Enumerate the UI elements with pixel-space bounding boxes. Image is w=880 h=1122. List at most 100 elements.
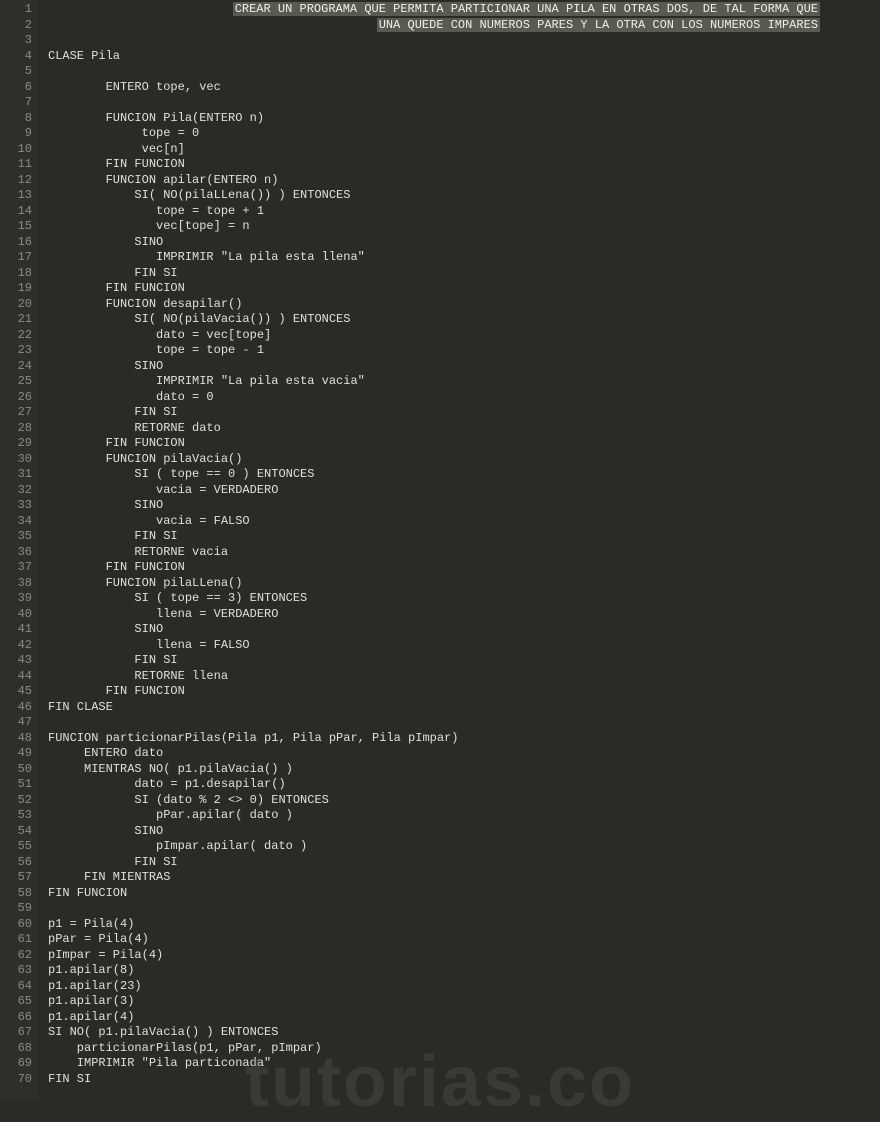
code-line[interactable]: FUNCION particionarPilas(Pila p1, Pila p… xyxy=(48,731,880,747)
line-number: 65 xyxy=(0,994,32,1010)
code-line[interactable]: SI( NO(pilaLLena()) ) ENTONCES xyxy=(48,188,880,204)
line-number: 27 xyxy=(0,405,32,421)
line-number: 51 xyxy=(0,777,32,793)
line-number: 60 xyxy=(0,917,32,933)
code-line[interactable]: pImpar = Pila(4) xyxy=(48,948,880,964)
code-line[interactable]: FIN FUNCION xyxy=(48,886,880,902)
code-area[interactable]: CREAR UN PROGRAMA QUE PERMITA PARTICIONA… xyxy=(38,0,880,1100)
code-line[interactable]: IMPRIMIR "La pila esta llena" xyxy=(48,250,880,266)
code-line[interactable]: FIN FUNCION xyxy=(48,157,880,173)
code-line[interactable] xyxy=(48,901,880,917)
code-line[interactable]: RETORNE vacia xyxy=(48,545,880,561)
line-number: 36 xyxy=(0,545,32,561)
code-line[interactable]: UNA QUEDE CON NUMEROS PARES Y LA OTRA CO… xyxy=(48,18,880,34)
code-line[interactable]: vec[n] xyxy=(48,142,880,158)
code-line[interactable]: RETORNE llena xyxy=(48,669,880,685)
line-number: 33 xyxy=(0,498,32,514)
line-number: 42 xyxy=(0,638,32,654)
code-line[interactable]: dato = vec[tope] xyxy=(48,328,880,344)
code-line[interactable]: vacia = FALSO xyxy=(48,514,880,530)
code-line[interactable]: p1.apilar(4) xyxy=(48,1010,880,1026)
code-line[interactable]: MIENTRAS NO( p1.pilaVacia() ) xyxy=(48,762,880,778)
code-line[interactable]: pImpar.apilar( dato ) xyxy=(48,839,880,855)
line-number: 28 xyxy=(0,421,32,437)
code-line[interactable] xyxy=(48,64,880,80)
code-line[interactable] xyxy=(48,95,880,111)
code-line[interactable]: FUNCION apilar(ENTERO n) xyxy=(48,173,880,189)
line-number: 39 xyxy=(0,591,32,607)
code-line[interactable]: SINO xyxy=(48,622,880,638)
line-number: 55 xyxy=(0,839,32,855)
code-line[interactable]: p1 = Pila(4) xyxy=(48,917,880,933)
code-line[interactable]: FUNCION Pila(ENTERO n) xyxy=(48,111,880,127)
code-line[interactable]: dato = 0 xyxy=(48,390,880,406)
line-number: 17 xyxy=(0,250,32,266)
code-line[interactable]: FIN CLASE xyxy=(48,700,880,716)
code-line[interactable]: FIN SI xyxy=(48,855,880,871)
code-line[interactable]: FUNCION pilaVacia() xyxy=(48,452,880,468)
code-line[interactable]: ENTERO dato xyxy=(48,746,880,762)
code-line[interactable]: SI (dato % 2 <> 0) ENTONCES xyxy=(48,793,880,809)
line-number: 43 xyxy=(0,653,32,669)
code-line[interactable]: SINO xyxy=(48,359,880,375)
code-line[interactable]: SI NO( p1.pilaVacia() ) ENTONCES xyxy=(48,1025,880,1041)
code-line[interactable]: RETORNE dato xyxy=(48,421,880,437)
line-number: 30 xyxy=(0,452,32,468)
line-number: 31 xyxy=(0,467,32,483)
code-line[interactable]: llena = FALSO xyxy=(48,638,880,654)
code-line[interactable] xyxy=(48,33,880,49)
line-number: 53 xyxy=(0,808,32,824)
line-number: 2 xyxy=(0,18,32,34)
code-line[interactable]: FIN FUNCION xyxy=(48,436,880,452)
code-line[interactable] xyxy=(48,715,880,731)
line-number: 49 xyxy=(0,746,32,762)
line-number: 69 xyxy=(0,1056,32,1072)
code-line[interactable]: FUNCION pilaLLena() xyxy=(48,576,880,592)
code-line[interactable]: tope = 0 xyxy=(48,126,880,142)
code-line[interactable]: IMPRIMIR "La pila esta vacia" xyxy=(48,374,880,390)
code-line[interactable]: SI ( tope == 3) ENTONCES xyxy=(48,591,880,607)
code-line[interactable]: SINO xyxy=(48,498,880,514)
code-line[interactable]: CLASE Pila xyxy=(48,49,880,65)
code-line[interactable]: tope = tope + 1 xyxy=(48,204,880,220)
code-line[interactable]: vacia = VERDADERO xyxy=(48,483,880,499)
code-line[interactable]: FIN FUNCION xyxy=(48,684,880,700)
code-editor[interactable]: 1234567891011121314151617181920212223242… xyxy=(0,0,880,1100)
line-number: 64 xyxy=(0,979,32,995)
code-line[interactable]: CREAR UN PROGRAMA QUE PERMITA PARTICIONA… xyxy=(48,2,880,18)
code-line[interactable]: dato = p1.desapilar() xyxy=(48,777,880,793)
code-line[interactable]: p1.apilar(3) xyxy=(48,994,880,1010)
code-line[interactable]: IMPRIMIR "Pila particonada" xyxy=(48,1056,880,1072)
code-line[interactable]: FIN FUNCION xyxy=(48,560,880,576)
code-line[interactable]: FIN SI xyxy=(48,1072,880,1088)
line-number: 57 xyxy=(0,870,32,886)
line-number: 18 xyxy=(0,266,32,282)
line-number: 66 xyxy=(0,1010,32,1026)
code-line[interactable]: FUNCION desapilar() xyxy=(48,297,880,313)
code-line[interactable]: FIN SI xyxy=(48,405,880,421)
line-number: 61 xyxy=(0,932,32,948)
code-line[interactable]: vec[tope] = n xyxy=(48,219,880,235)
code-line[interactable]: FIN MIENTRAS xyxy=(48,870,880,886)
line-number: 23 xyxy=(0,343,32,359)
code-line[interactable]: SINO xyxy=(48,824,880,840)
code-line[interactable]: FIN SI xyxy=(48,653,880,669)
line-number: 29 xyxy=(0,436,32,452)
code-line[interactable]: p1.apilar(23) xyxy=(48,979,880,995)
code-line[interactable]: ENTERO tope, vec xyxy=(48,80,880,96)
code-line[interactable]: llena = VERDADERO xyxy=(48,607,880,623)
code-line[interactable]: SI ( tope == 0 ) ENTONCES xyxy=(48,467,880,483)
code-line[interactable]: particionarPilas(p1, pPar, pImpar) xyxy=(48,1041,880,1057)
code-line[interactable]: p1.apilar(8) xyxy=(48,963,880,979)
code-line[interactable]: FIN FUNCION xyxy=(48,281,880,297)
code-line[interactable]: FIN SI xyxy=(48,529,880,545)
line-number: 68 xyxy=(0,1041,32,1057)
code-line[interactable]: SI( NO(pilaVacia()) ) ENTONCES xyxy=(48,312,880,328)
code-line[interactable]: pPar.apilar( dato ) xyxy=(48,808,880,824)
code-line[interactable]: FIN SI xyxy=(48,266,880,282)
code-line[interactable]: SINO xyxy=(48,235,880,251)
code-line[interactable]: pPar = Pila(4) xyxy=(48,932,880,948)
line-number: 40 xyxy=(0,607,32,623)
code-line[interactable]: tope = tope - 1 xyxy=(48,343,880,359)
banner-comment: UNA QUEDE CON NUMEROS PARES Y LA OTRA CO… xyxy=(377,18,820,32)
